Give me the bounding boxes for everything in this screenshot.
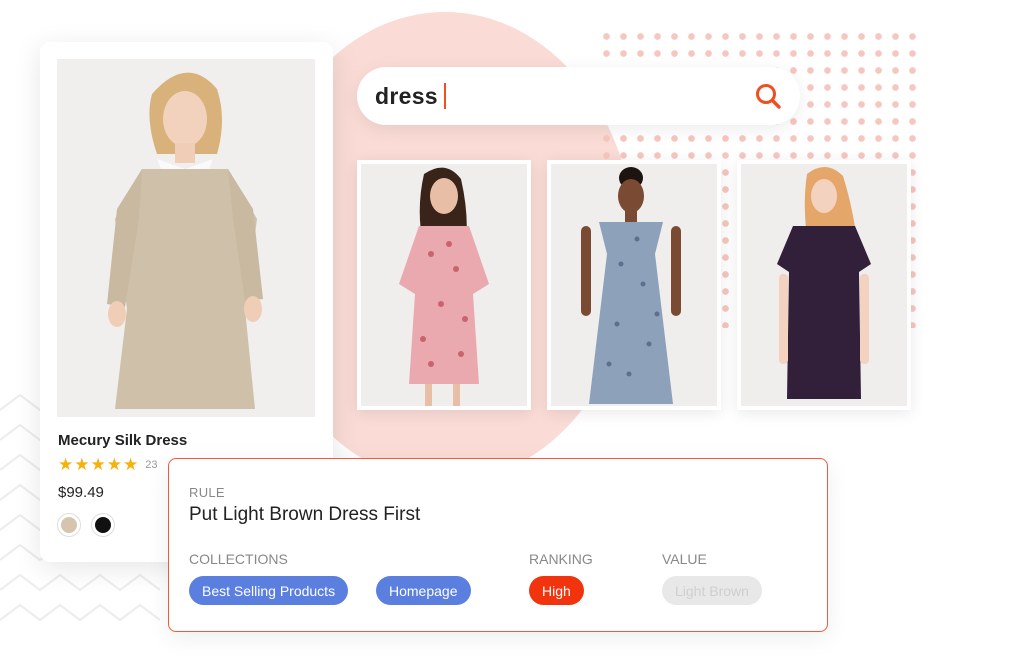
product-name: Mecury Silk Dress <box>58 432 188 449</box>
rating-stars: ★ ★ ★ ★ ★ 23 <box>58 455 158 475</box>
star-icon: ★ <box>123 455 139 475</box>
swatch-black[interactable] <box>92 514 114 536</box>
value-chip[interactable]: Light Brown <box>662 576 762 605</box>
result-item[interactable] <box>737 160 911 410</box>
ranking-label: RANKING <box>529 551 593 567</box>
search-icon[interactable] <box>754 82 782 110</box>
rule-section-label: RULE <box>189 485 225 500</box>
star-icon: ★ <box>90 455 106 475</box>
collection-chip-homepage[interactable]: Homepage <box>376 576 471 605</box>
product-image[interactable] <box>57 59 315 417</box>
product-price: $99.49 <box>58 484 104 501</box>
star-icon: ★ <box>106 455 122 475</box>
rule-panel: RULE Put Light Brown Dress First COLLECT… <box>168 458 828 632</box>
result-item[interactable] <box>547 160 721 410</box>
color-swatches <box>58 514 126 536</box>
rule-title: Put Light Brown Dress First <box>189 504 421 525</box>
text-caret <box>443 83 446 109</box>
swatch-beige[interactable] <box>58 514 80 536</box>
ranking-chip[interactable]: High <box>529 576 584 605</box>
value-label: VALUE <box>662 551 707 567</box>
collection-chip-best-selling[interactable]: Best Selling Products <box>189 576 349 605</box>
star-icon: ★ <box>58 455 74 475</box>
collections-label: COLLECTIONS <box>189 551 288 567</box>
review-count: 23 <box>145 459 158 471</box>
search-bar[interactable]: dress <box>357 67 800 125</box>
search-input[interactable]: dress <box>375 83 438 110</box>
result-item[interactable] <box>357 160 531 410</box>
star-icon: ★ <box>74 455 90 475</box>
